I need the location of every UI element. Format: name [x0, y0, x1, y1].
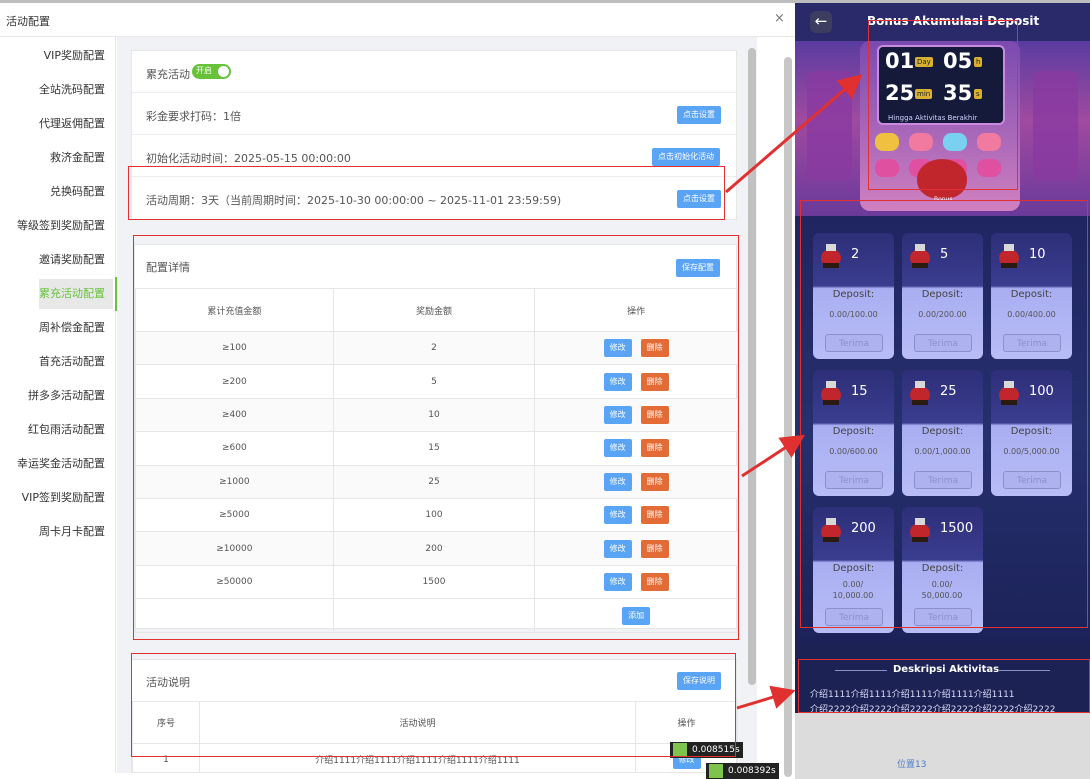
divider: [132, 92, 736, 93]
sidebar-item[interactable]: 等级签到奖励配置: [10, 209, 116, 243]
sidebar-item[interactable]: VIP签到奖励配置: [10, 481, 116, 515]
sidebar-item-label: 周补偿金配置: [39, 321, 105, 334]
divider: [132, 134, 736, 135]
init-activity-button[interactable]: 点击初始化活动: [652, 148, 720, 166]
sidebar-item-label: 全站洗码配置: [39, 83, 105, 96]
annotation-box-cycle: [128, 166, 725, 220]
init-time-text: 初始化活动时间：2025-05-15 00:00:00: [146, 152, 351, 165]
sidebar-item[interactable]: 全站洗码配置: [10, 73, 116, 107]
content-scrollbar[interactable]: [748, 48, 756, 685]
sidebar-item-label: VIP签到奖励配置: [21, 491, 105, 504]
sidebar-item-label: 红包雨活动配置: [28, 423, 105, 436]
sidebar-item-label: 救济金配置: [50, 151, 105, 164]
sidebar-item[interactable]: 拼多多活动配置: [10, 379, 116, 413]
timer-icon: [709, 764, 723, 778]
sidebar-item-label: 邀请奖励配置: [39, 253, 105, 266]
sidebar-item[interactable]: 代理返佣配置: [10, 107, 116, 141]
sidebar-item-label: 首充活动配置: [39, 355, 105, 368]
close-icon[interactable]: ×: [774, 11, 785, 26]
sidebar-item-label: VIP奖励配置: [43, 49, 105, 62]
sidebar-item-label: 兑换码配置: [50, 185, 105, 198]
sidebar-item-label: 累充活动配置: [39, 287, 105, 300]
sidebar-item-label: 代理返佣配置: [39, 117, 105, 130]
annotation-box-timer: [868, 20, 1018, 190]
sidebar-item[interactable]: 周补偿金配置: [10, 311, 116, 345]
sidebar-item[interactable]: 红包雨活动配置: [10, 413, 116, 447]
config-sidebar: VIP奖励配置 全站洗码配置 代理返佣配置救济金配置兑换码配置等级签到奖励配置邀请奖…: [10, 37, 117, 773]
sidebar-item[interactable]: 幸运奖金活动配置: [10, 447, 116, 481]
annotation-box-config: [133, 235, 739, 640]
activity-name: 累充活动: [146, 68, 190, 81]
wager-setting-button[interactable]: 点击设置: [677, 106, 721, 124]
position-label: 位置13: [897, 760, 927, 770]
timing-value-2: 0.008392s: [728, 766, 776, 776]
sidebar-item[interactable]: 兑换码配置: [10, 175, 116, 209]
annotation-box-desc-preview: [798, 659, 1090, 713]
preview-footer: 位置13: [795, 713, 1090, 779]
sidebar-item-label: 等级签到奖励配置: [17, 219, 105, 232]
sidebar-item[interactable]: 累充活动配置: [10, 277, 117, 311]
sidebar-item-label: 拼多多活动配置: [28, 389, 105, 402]
back-arrow-icon[interactable]: ←: [810, 11, 832, 33]
sidebar-item-label: 幸运奖金活动配置: [17, 457, 105, 470]
dialog-scrollbar[interactable]: [784, 57, 792, 777]
dialog-title: 活动配置: [6, 15, 50, 28]
activity-switch[interactable]: 开启: [192, 64, 231, 79]
wager-requirement-text: 彩金要求打码：1倍: [146, 110, 241, 123]
timing-badge-2: 0.008392s: [706, 763, 779, 779]
sidebar-item[interactable]: 救济金配置: [10, 141, 116, 175]
sidebar-item[interactable]: 邀请奖励配置: [10, 243, 116, 277]
annotation-box-tiles: [800, 200, 1088, 628]
switch-label: 开启: [196, 66, 212, 75]
side-slot-left: [807, 71, 852, 181]
sidebar-item[interactable]: 周卡月卡配置: [10, 515, 116, 549]
annotation-box-description: [131, 653, 736, 757]
sidebar-item[interactable]: 首充活动配置: [10, 345, 116, 379]
sidebar-item[interactable]: VIP奖励配置: [10, 39, 116, 73]
switch-knob: [218, 66, 229, 77]
side-slot-right: [1033, 71, 1078, 181]
sidebar-item-label: 周卡月卡配置: [39, 525, 105, 538]
